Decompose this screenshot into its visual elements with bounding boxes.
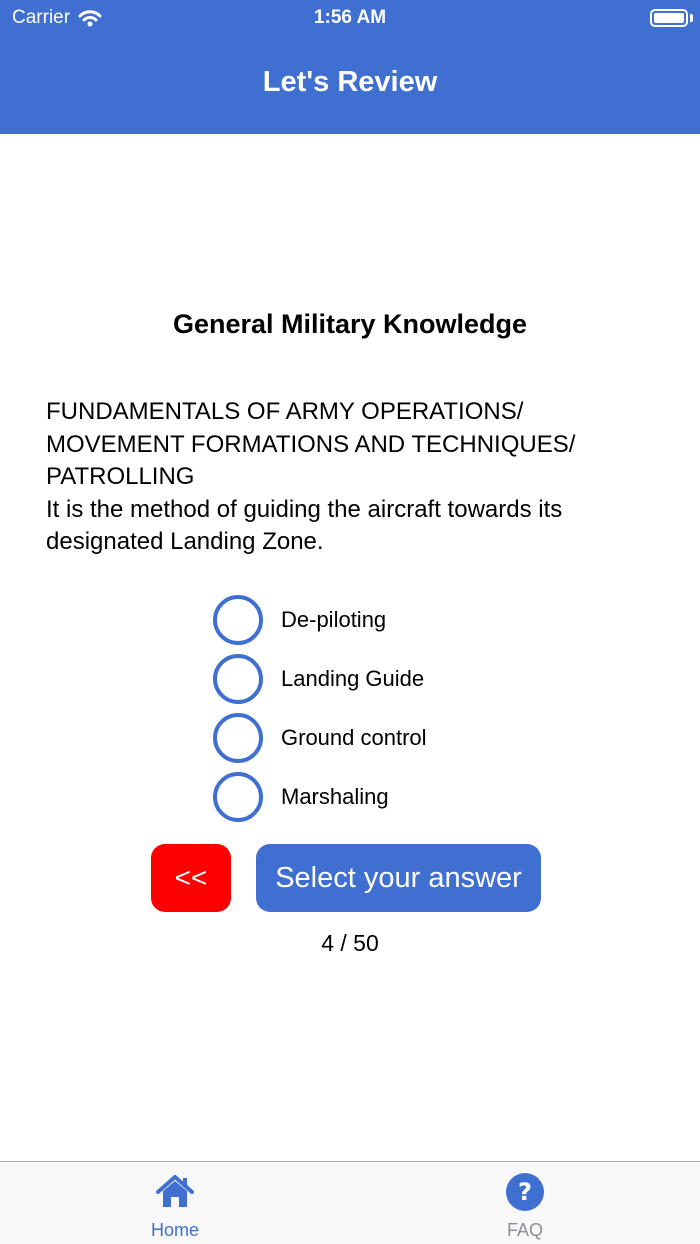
option-de-piloting[interactable]: De-piloting: [213, 590, 427, 649]
category-title: General Military Knowledge: [172, 309, 528, 339]
tab-faq-label: FAQ: [506, 1220, 543, 1240]
option-label: De-piloting: [281, 606, 387, 632]
home-icon: [156, 1175, 194, 1207]
svg-text:?: ?: [518, 1178, 532, 1206]
select-answer-button[interactable]: Select your answer: [256, 844, 541, 912]
question-line: It is the method of guiding the aircraft…: [46, 495, 563, 523]
battery-cap: [690, 14, 693, 22]
question-text: FUNDAMENTALS OF ARMY OPERATIONS/ MOVEMEN…: [46, 396, 666, 559]
question-line: designated Landing Zone.: [46, 528, 324, 555]
question-line: PATROLLING: [46, 463, 195, 490]
option-label: Ground control: [281, 724, 427, 750]
option-label: Landing Guide: [281, 665, 425, 691]
page-title: Let's Review: [262, 66, 438, 98]
question-line: FUNDAMENTALS OF ARMY OPERATIONS/: [46, 398, 524, 425]
status-time: 1:56 AM: [313, 7, 387, 28]
status-bar: Carrier 1:56 AM: [0, 0, 700, 36]
previous-question-button[interactable]: <<: [151, 844, 231, 912]
tab-home-label: Home: [150, 1220, 199, 1240]
tab-home[interactable]: Home: [75, 1162, 275, 1244]
radio-button[interactable]: [213, 771, 263, 822]
question-counter: 4 / 50: [321, 930, 379, 956]
tab-bar: Home ? FAQ: [0, 1161, 700, 1244]
tab-faq[interactable]: ? FAQ: [425, 1162, 625, 1244]
option-label: Marshaling: [281, 783, 389, 809]
question-circle-icon: ?: [506, 1173, 544, 1211]
answer-options: De-piloting Landing Guide Ground control…: [213, 590, 427, 826]
option-marshaling[interactable]: Marshaling: [213, 767, 427, 826]
option-ground-control[interactable]: Ground control: [213, 708, 427, 767]
radio-button[interactable]: [213, 594, 263, 645]
battery-icon: [650, 9, 688, 27]
radio-button[interactable]: [213, 653, 263, 704]
navigation-header: Carrier 1:56 AM Let's Review: [0, 0, 700, 134]
option-landing-guide[interactable]: Landing Guide: [213, 649, 427, 708]
question-line: MOVEMENT FORMATIONS AND TECHNIQUES/: [46, 430, 576, 458]
radio-button[interactable]: [213, 712, 263, 763]
